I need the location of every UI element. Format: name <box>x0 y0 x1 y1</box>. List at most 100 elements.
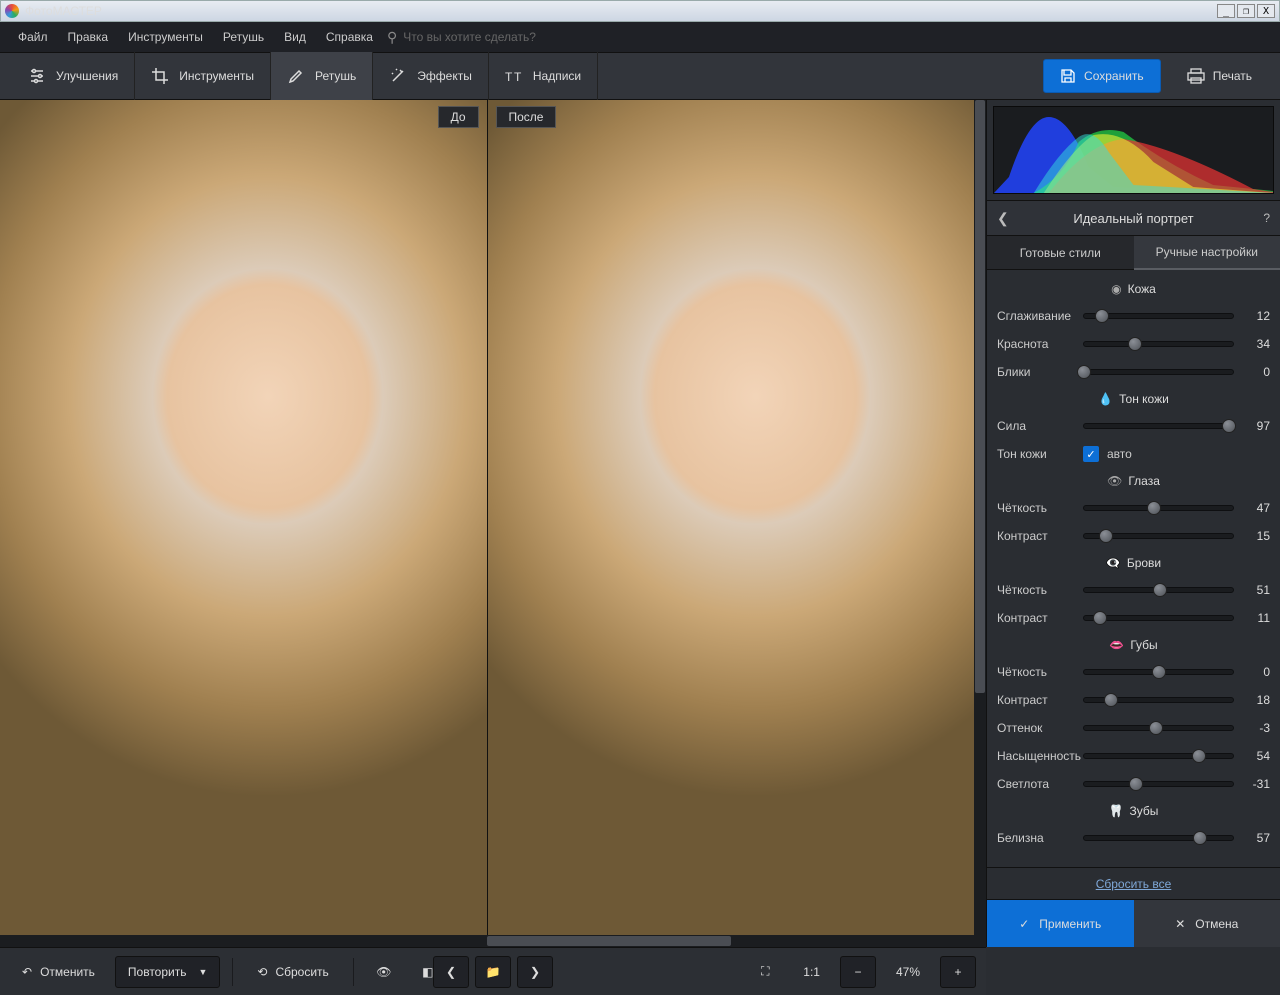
crop-icon <box>151 67 169 85</box>
subtab-presets[interactable]: Готовые стили <box>987 236 1134 270</box>
section-brows: 👁‍🗨Брови <box>997 550 1270 576</box>
image-after <box>488 100 975 947</box>
prev-image-button[interactable]: ❮ <box>433 956 469 988</box>
sliders-container: ◉Кожа Сглаживание12 Краснота34 Блики0 💧Т… <box>987 270 1280 867</box>
drop-icon: 💧 <box>1098 392 1113 406</box>
face-icon: ◉ <box>1111 282 1121 296</box>
section-eyes: 👁Глаза <box>997 468 1270 494</box>
lips-icon: 👄 <box>1109 638 1124 652</box>
menu-help[interactable]: Справка <box>316 22 383 52</box>
back-button[interactable]: ❮ <box>997 210 1017 227</box>
menu-view[interactable]: Вид <box>274 22 316 52</box>
slider-brow-sharp[interactable]: Чёткость51 <box>997 576 1270 604</box>
apply-row: ✓Применить ✕Отмена <box>987 899 1280 947</box>
vertical-scrollbar[interactable] <box>974 100 986 947</box>
subtab-manual[interactable]: Ручные настройки <box>1134 236 1280 270</box>
slider-lip-hue[interactable]: Оттенок-3 <box>997 714 1270 742</box>
folder-icon: 📁 <box>486 965 501 979</box>
undo-icon: ↶ <box>22 965 32 979</box>
section-lips: 👄Губы <box>997 632 1270 658</box>
reset-button[interactable]: ⟲Сбросить <box>245 956 340 988</box>
slider-lip-sat[interactable]: Насыщенность54 <box>997 742 1270 770</box>
actual-size-button[interactable]: 1:1 <box>791 956 832 988</box>
zoom-in-button[interactable]: + <box>940 956 976 988</box>
print-label: Печать <box>1213 69 1252 83</box>
histogram[interactable] <box>993 106 1274 194</box>
reset-icon: ⟲ <box>257 965 267 979</box>
chevron-down-icon: ▼ <box>198 967 207 977</box>
print-button[interactable]: Печать <box>1171 59 1268 93</box>
reset-all-link[interactable]: Сбросить все <box>987 867 1280 899</box>
app-logo-icon <box>5 4 19 18</box>
window-titlebar: ФотоМАСТЕР _ ❐ X <box>0 0 1280 22</box>
slider-lip-sharp[interactable]: Чёткость0 <box>997 658 1270 686</box>
teeth-icon: 🦷 <box>1109 804 1124 818</box>
slider-eye-sharp[interactable]: Чёткость47 <box>997 494 1270 522</box>
horizontal-scrollbar[interactable] <box>0 935 974 947</box>
maximize-button[interactable]: ❐ <box>1237 4 1255 18</box>
tab-text-label: Надписи <box>533 69 581 83</box>
browse-button[interactable]: 📁 <box>475 956 511 988</box>
slider-lip-contrast[interactable]: Контраст18 <box>997 686 1270 714</box>
fit-button[interactable]: ⛶ <box>747 956 783 988</box>
canvas-area: До После <box>0 100 974 947</box>
canvas-after[interactable]: После <box>488 100 975 947</box>
save-button[interactable]: Сохранить <box>1043 59 1161 93</box>
tab-enhance[interactable]: Улучшения <box>12 52 135 100</box>
chevron-left-icon: ❮ <box>446 965 456 979</box>
tab-retouch-label: Ретушь <box>315 69 356 83</box>
section-skintone: 💧Тон кожи <box>997 386 1270 412</box>
slider-teeth-white[interactable]: Белизна57 <box>997 824 1270 852</box>
close-icon: ✕ <box>1175 917 1185 931</box>
tab-tools[interactable]: Инструменты <box>135 52 271 100</box>
slider-eye-contrast[interactable]: Контраст15 <box>997 522 1270 550</box>
menu-retouch[interactable]: Ретушь <box>213 22 274 52</box>
skintone-auto[interactable]: Тон кожи✓авто <box>997 440 1270 468</box>
image-before <box>0 100 487 947</box>
app-title: ФотоМАСТЕР <box>25 4 102 18</box>
section-skin: ◉Кожа <box>997 276 1270 302</box>
hscroll-thumb[interactable] <box>487 936 731 946</box>
menu-bar: Файл Правка Инструменты Ретушь Вид Справ… <box>0 22 1280 52</box>
tab-retouch[interactable]: Ретушь <box>271 52 373 100</box>
sliders-icon <box>28 67 46 85</box>
zoom-value[interactable]: 47% <box>884 956 932 988</box>
search-input[interactable]: Что вы хотите сделать? <box>403 30 536 44</box>
tab-text[interactable]: TT Надписи <box>489 52 598 100</box>
scrollbar-thumb[interactable] <box>975 100 985 693</box>
tab-effects[interactable]: Эффекты <box>373 52 489 100</box>
canvas-before[interactable]: До <box>0 100 488 947</box>
apply-button[interactable]: ✓Применить <box>987 900 1134 947</box>
slider-smoothing[interactable]: Сглаживание12 <box>997 302 1270 330</box>
cancel-button[interactable]: ✕Отмена <box>1134 900 1280 947</box>
close-button[interactable]: X <box>1257 4 1275 18</box>
undo-button[interactable]: ↶Отменить <box>10 956 107 988</box>
minimize-button[interactable]: _ <box>1217 4 1235 18</box>
redo-button[interactable]: Повторить▼ <box>115 956 221 988</box>
help-button[interactable]: ? <box>1250 211 1270 225</box>
next-image-button[interactable]: ❯ <box>517 956 553 988</box>
panel-subtabs: Готовые стили Ручные настройки <box>987 236 1280 270</box>
menu-tools[interactable]: Инструменты <box>118 22 213 52</box>
magic-icon <box>389 67 407 85</box>
preview-button[interactable]: 👁 <box>366 956 402 988</box>
zoom-out-button[interactable]: − <box>840 956 876 988</box>
menu-file[interactable]: Файл <box>8 22 58 52</box>
slider-strength[interactable]: Сила97 <box>997 412 1270 440</box>
svg-text:T: T <box>514 70 522 83</box>
checkbox-icon[interactable]: ✓ <box>1083 446 1099 462</box>
slider-brow-contrast[interactable]: Контраст11 <box>997 604 1270 632</box>
tab-effects-label: Эффекты <box>417 69 472 83</box>
compare-icon: ◧ <box>422 965 433 979</box>
main-toolbar: Улучшения Инструменты Ретушь Эффекты TT … <box>0 52 1280 100</box>
side-panel: ❮ Идеальный портрет ? Готовые стили Ручн… <box>986 100 1280 947</box>
tab-tools-label: Инструменты <box>179 69 254 83</box>
slider-shine[interactable]: Блики0 <box>997 358 1270 386</box>
tab-enhance-label: Улучшения <box>56 69 118 83</box>
slider-redness[interactable]: Краснота34 <box>997 330 1270 358</box>
brush-icon <box>287 67 305 85</box>
brow-icon: 👁‍🗨 <box>1106 556 1121 570</box>
chevron-right-icon: ❯ <box>530 965 540 979</box>
slider-lip-light[interactable]: Светлота-31 <box>997 770 1270 798</box>
menu-edit[interactable]: Правка <box>58 22 119 52</box>
